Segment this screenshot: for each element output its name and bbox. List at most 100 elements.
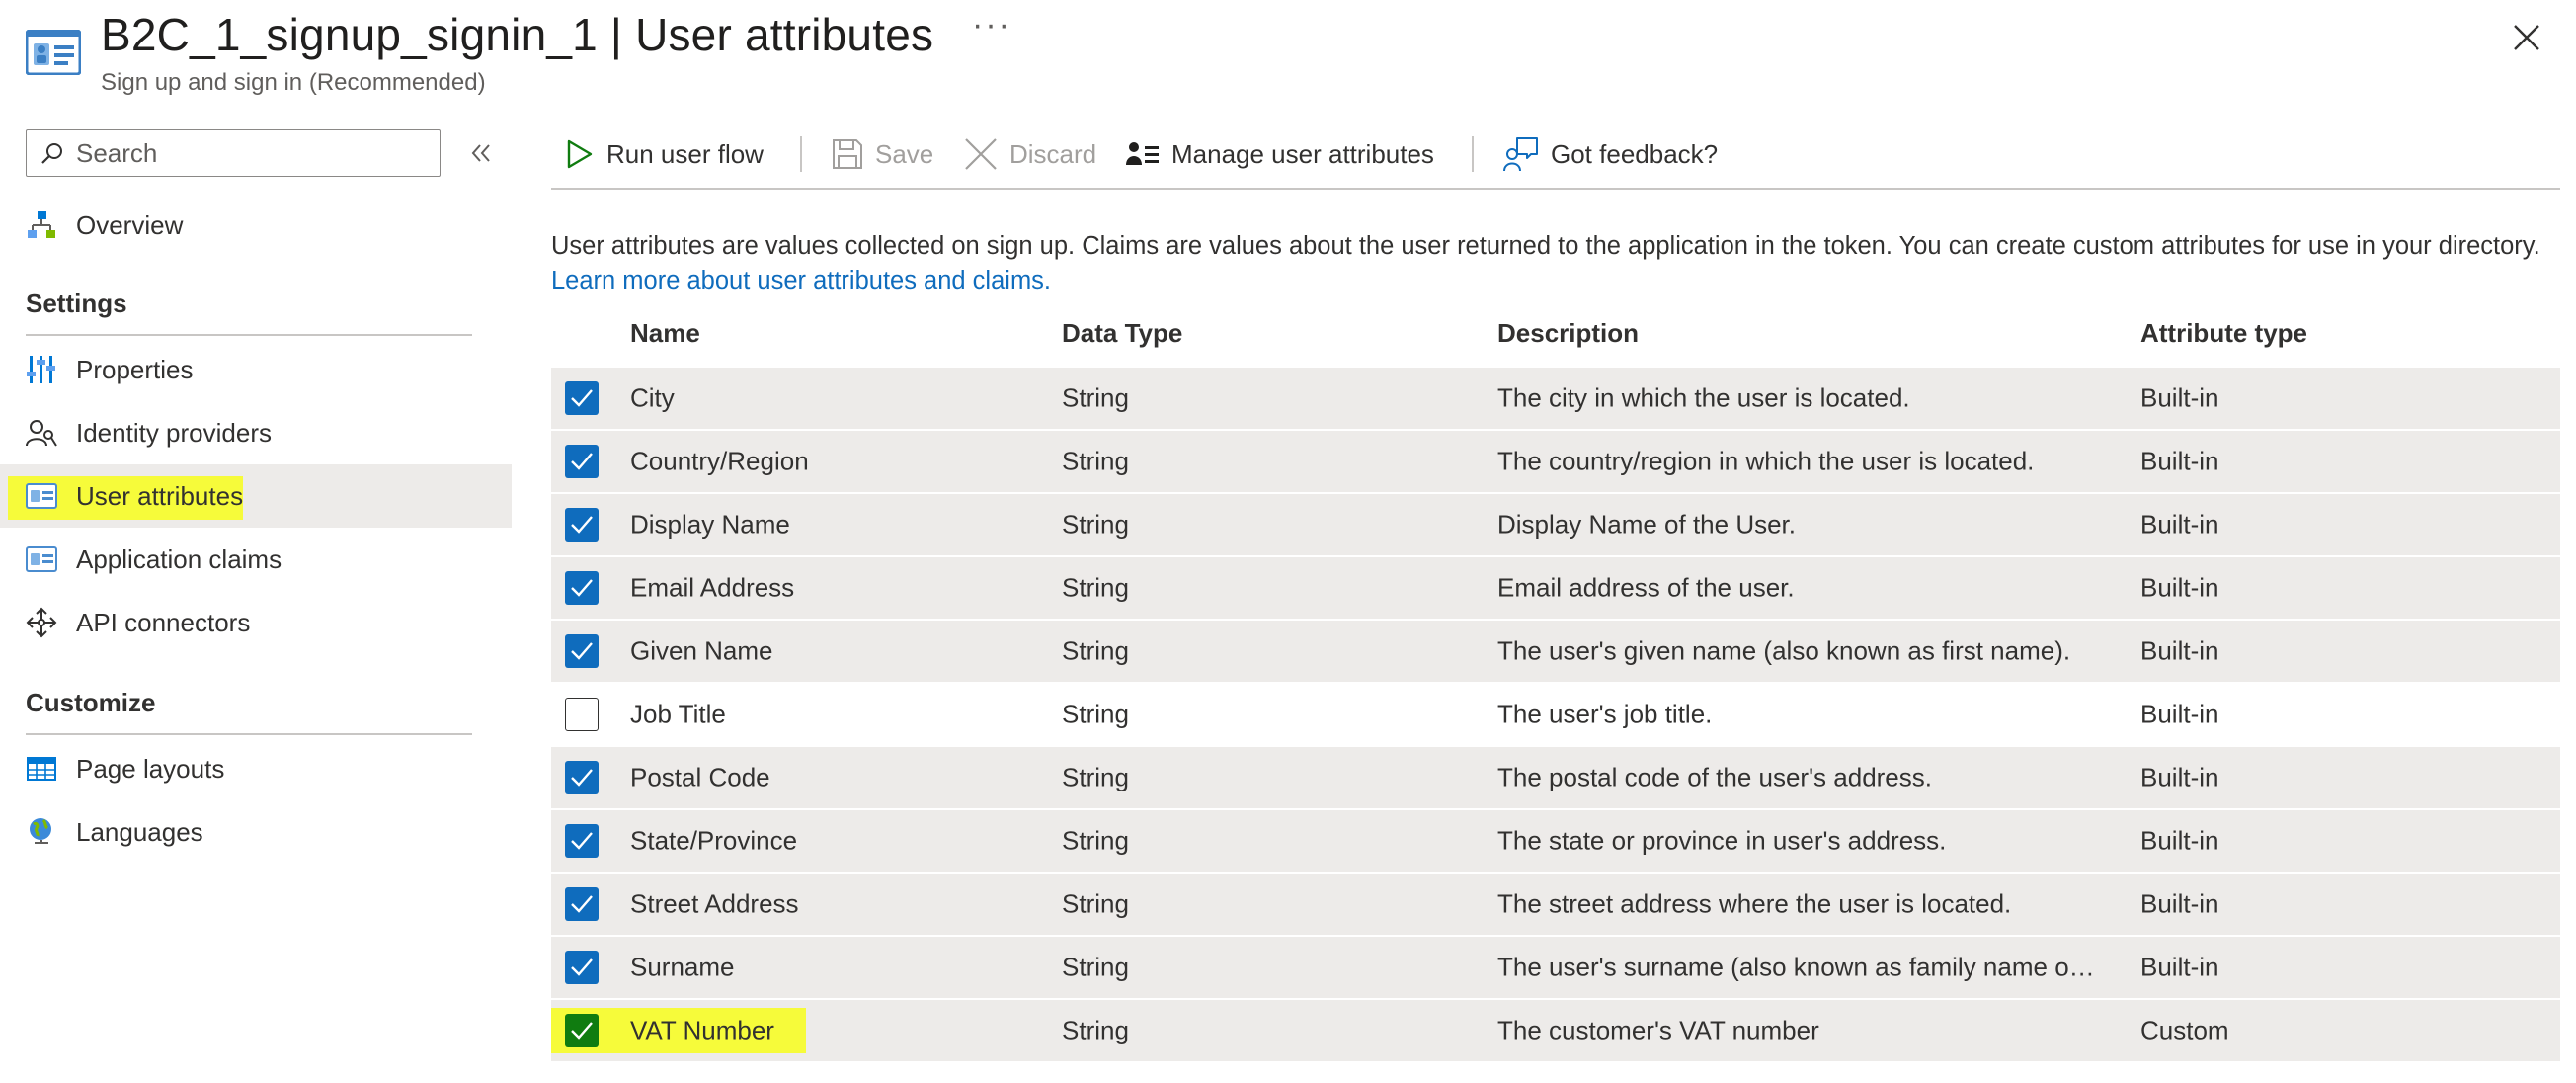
table-row[interactable]: Street Address String The street address w… xyxy=(551,874,2560,935)
description-text: User attributes are values collected on … xyxy=(551,232,2540,260)
run-user-flow-button[interactable]: Run user flow xyxy=(565,125,764,184)
attribute-description: The postal code of the user's address. xyxy=(1497,762,1932,792)
sidebar-item-label: Properties xyxy=(76,354,194,384)
attribute-description: The user's given name (also known as fir… xyxy=(1497,635,2071,666)
attribute-description: The city in which the user is located. xyxy=(1497,382,1910,413)
checkmark-icon xyxy=(571,895,593,913)
attribute-data-type: String xyxy=(1062,509,1129,540)
sidebar-item-label: Identity providers xyxy=(76,417,272,448)
feedback-label: Got feedback? xyxy=(1551,138,1719,169)
settings-section-heading: Settings xyxy=(26,289,127,318)
attribute-description: The customer's VAT number xyxy=(1497,1015,1819,1045)
overview-icon xyxy=(26,209,57,241)
collapse-sidebar-icon[interactable] xyxy=(466,138,496,168)
table-row[interactable]: Email Address String Email address of the … xyxy=(551,557,2560,619)
table-row[interactable]: Country/Region String The country/region i… xyxy=(551,431,2560,492)
sidebar-item-languages[interactable]: Languages xyxy=(0,800,512,864)
more-options-button[interactable]: ··· xyxy=(972,6,1011,44)
search-icon xyxy=(41,143,62,164)
sidebar-item-label: Page layouts xyxy=(76,753,225,784)
customize-section-heading: Customize xyxy=(26,688,156,717)
sidebar-item-label: Application claims xyxy=(76,543,282,574)
checkmark-icon xyxy=(571,642,593,660)
attribute-description: The user's job title. xyxy=(1497,699,1713,729)
learn-more-link[interactable]: Learn more about user attributes and cla… xyxy=(551,267,1051,294)
table-row[interactable]: Job Title String The user's job title. Buil… xyxy=(551,684,2560,745)
attribute-type: Built-in xyxy=(2140,699,2219,729)
table-row[interactable]: Given Name String The user's given name (a… xyxy=(551,621,2560,682)
checkmark-icon xyxy=(571,769,593,787)
attribute-type: Custom xyxy=(2140,1015,2229,1045)
sidebar-item-properties[interactable]: Properties xyxy=(0,338,512,401)
application-claims-icon xyxy=(26,543,57,575)
feedback-button[interactable]: Got feedback? xyxy=(1503,125,1718,184)
row-checkbox[interactable] xyxy=(565,634,599,668)
row-checkbox[interactable] xyxy=(565,887,599,921)
attribute-description: The country/region in which the user is … xyxy=(1497,446,2035,476)
row-checkbox[interactable] xyxy=(565,445,599,478)
properties-icon xyxy=(26,354,57,385)
row-checkbox[interactable] xyxy=(565,508,599,542)
close-icon[interactable] xyxy=(2509,20,2544,55)
checkmark-icon xyxy=(571,453,593,470)
checkmark-icon xyxy=(571,832,593,850)
table-row[interactable]: Display Name String Display Name of the Us… xyxy=(551,494,2560,555)
row-checkbox[interactable] xyxy=(565,381,599,415)
sidebar-item-overview[interactable]: Overview xyxy=(0,194,512,257)
identity-providers-icon xyxy=(26,417,57,449)
sidebar-item-identity-providers[interactable]: Identity providers xyxy=(0,401,512,464)
checkmark-icon xyxy=(571,1022,593,1040)
attribute-name: City xyxy=(630,382,675,413)
search-input[interactable] xyxy=(74,136,434,170)
sidebar-item-api-connectors[interactable]: API connectors xyxy=(0,591,512,654)
attribute-name: VAT Number xyxy=(630,1015,774,1045)
table-row[interactable]: Surname String The user's surname (also kn… xyxy=(551,937,2560,998)
table-row[interactable]: City String The city in which the user is … xyxy=(551,368,2560,429)
checkmark-icon xyxy=(571,389,593,407)
row-checkbox[interactable] xyxy=(565,571,599,605)
sidebar-search[interactable] xyxy=(26,129,441,177)
user-flow-name: B2C_1_signup_signin_1 xyxy=(101,9,598,60)
sidebar-item-label: Overview xyxy=(76,209,184,240)
row-checkbox[interactable] xyxy=(565,698,599,731)
attribute-description: Email address of the user. xyxy=(1497,572,1795,603)
title-separator: | xyxy=(597,9,636,60)
save-label: Save xyxy=(875,138,934,169)
sidebar-item-application-claims[interactable]: Application claims xyxy=(0,528,512,591)
attribute-name: Surname xyxy=(630,952,735,982)
table-row[interactable]: State/Province String The state or provinc… xyxy=(551,810,2560,872)
attribute-type: Built-in xyxy=(2140,888,2219,919)
attribute-data-type: String xyxy=(1062,446,1129,476)
column-header-data-type: Data Type xyxy=(1062,318,1183,348)
sidebar-item-label: API connectors xyxy=(76,607,251,637)
sidebar-item-label: User attributes xyxy=(76,480,244,511)
toolbar-separator xyxy=(800,136,802,172)
manage-user-attributes-label: Manage user attributes xyxy=(1171,138,1434,169)
table-row[interactable]: VAT Number String The customer's VAT numbe… xyxy=(551,1000,2560,1061)
row-checkbox[interactable] xyxy=(565,1014,599,1047)
attribute-type: Built-in xyxy=(2140,952,2219,982)
sidebar-item-user-attributes[interactable]: User attributes xyxy=(0,464,512,528)
row-checkbox[interactable] xyxy=(565,951,599,984)
command-bar: Run user flow Save Discard Manage user a… xyxy=(551,125,2560,184)
attribute-type: Built-in xyxy=(2140,446,2219,476)
discard-button[interactable]: Discard xyxy=(964,125,1096,184)
user-attributes-blade-icon xyxy=(26,30,81,75)
table-row[interactable]: Postal Code String The postal code of the … xyxy=(551,747,2560,808)
row-checkbox[interactable] xyxy=(565,824,599,858)
manage-user-attributes-button[interactable]: Manage user attributes xyxy=(1126,125,1434,184)
attribute-name: Given Name xyxy=(630,635,773,666)
attribute-description: The state or province in user's address. xyxy=(1497,825,1947,856)
save-button[interactable]: Save xyxy=(832,125,933,184)
attribute-name: State/Province xyxy=(630,825,798,856)
save-icon xyxy=(833,139,862,169)
attribute-description: The user's surname (also known as family… xyxy=(1497,952,2100,982)
settings-divider xyxy=(26,334,472,336)
attribute-data-type: String xyxy=(1062,762,1129,792)
discard-icon xyxy=(965,138,997,170)
sidebar-item-page-layouts[interactable]: Page layouts xyxy=(0,737,512,800)
attribute-type: Built-in xyxy=(2140,635,2219,666)
attribute-name: Email Address xyxy=(630,572,795,603)
attribute-name: Street Address xyxy=(630,888,799,919)
row-checkbox[interactable] xyxy=(565,761,599,794)
